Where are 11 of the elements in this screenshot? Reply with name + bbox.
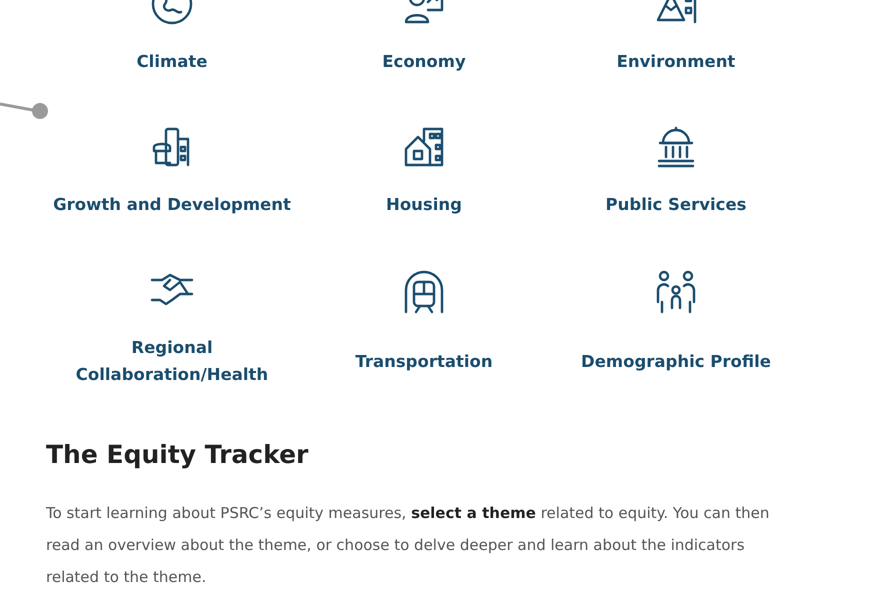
theme-link[interactable]: Regional Collaboration/Health: [52, 334, 292, 388]
theme-link[interactable]: Economy: [304, 48, 544, 75]
theme-link[interactable]: Demographic Profile: [556, 334, 796, 388]
theme-link[interactable]: Environment: [556, 48, 796, 75]
theme-link[interactable]: Public Services: [556, 191, 796, 218]
section-heading: The Equity Tracker: [46, 440, 310, 469]
theme-link[interactable]: Housing: [304, 191, 544, 218]
theme-link[interactable]: Transportation: [304, 334, 544, 388]
theme-link[interactable]: Growth and Development: [52, 191, 292, 218]
theme-link[interactable]: Climate: [52, 48, 292, 75]
intro-paragraph: To start learning about PSRC’s equity measures, select a theme related to equity. You can then read an overview about the theme, or choose to delve deeper and learn about the indicators related to the theme.: [46, 503, 770, 588]
